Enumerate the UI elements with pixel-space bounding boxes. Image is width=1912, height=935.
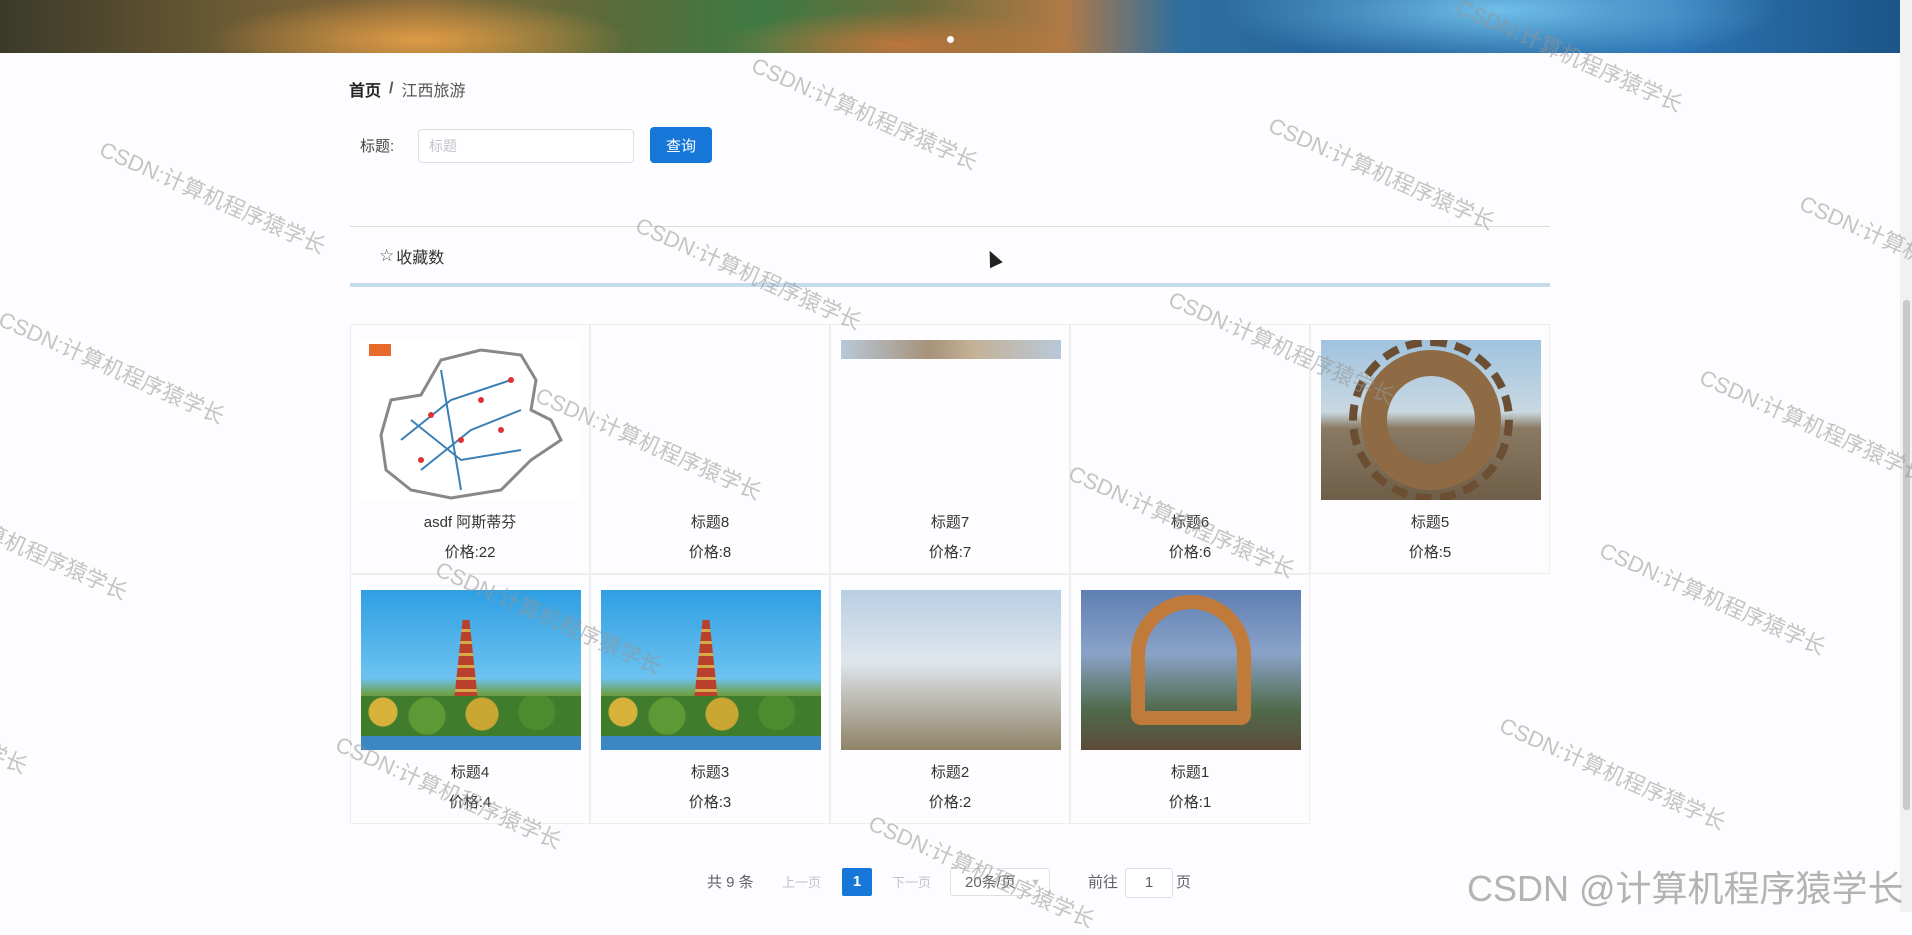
goto-page-input[interactable]: 1 — [1125, 868, 1173, 898]
product-card[interactable]: 标题5 价格:5 — [1310, 324, 1550, 574]
card-image — [1081, 590, 1301, 750]
sort-bar: ☆ 收藏数 — [350, 226, 1550, 287]
card-title: 标题3 — [690, 764, 730, 781]
card-title: 标题1 — [1170, 764, 1210, 781]
prev-page-button[interactable]: 上一页 — [782, 868, 821, 898]
watermark: CSDN:计算机程序猿学长 — [747, 52, 982, 175]
next-page-button[interactable]: 下一页 — [892, 868, 931, 898]
watermark: CSDN:计算机程序猿学长 — [0, 656, 32, 779]
product-card[interactable]: 标题2 价格:2 — [830, 574, 1070, 824]
search-label: 标题: — [360, 138, 395, 155]
carousel-indicator-dot[interactable] — [947, 36, 954, 43]
product-card[interactable]: 标题3 价格:3 — [590, 574, 830, 824]
hero-banner — [0, 0, 1900, 53]
sort-label: 收藏数 — [396, 250, 445, 267]
product-card[interactable]: 标题1 价格:1 — [1070, 574, 1310, 824]
watermark: CSDN:计算机程序猿学长 — [95, 136, 330, 259]
card-image — [841, 340, 1061, 359]
card-price: 价格:4 — [448, 794, 492, 811]
card-title: 标题5 — [1410, 514, 1450, 531]
card-price: 价格:2 — [928, 794, 972, 811]
card-title: asdf 阿斯蒂芬 — [423, 514, 517, 531]
card-title: 标题7 — [930, 514, 970, 531]
watermark: CSDN:计算机程序猿学长 — [1495, 712, 1730, 835]
page-number-current[interactable]: 1 — [842, 868, 872, 896]
card-title: 标题4 — [450, 764, 490, 781]
watermark: CSDN:计算机程序猿学长 — [1264, 112, 1499, 235]
watermark: CSDN:计算机程序猿学长 — [1795, 190, 1912, 313]
breadcrumb-separator: / — [389, 80, 394, 97]
card-image — [361, 590, 581, 750]
page-size-value: 20条/页 — [965, 874, 1016, 891]
breadcrumb-current: 江西旅游 — [401, 83, 466, 100]
card-price: 价格:3 — [688, 794, 732, 811]
watermark: CSDN:计算机程序猿学长 — [0, 306, 229, 429]
card-price: 价格:6 — [1168, 544, 1212, 561]
page-suffix-label: 页 — [1176, 874, 1192, 891]
card-price: 价格:22 — [444, 544, 496, 561]
star-outline-icon: ☆ — [379, 246, 395, 265]
product-card[interactable]: 标题7 价格:7 — [830, 324, 1070, 574]
product-card[interactable]: asdf 阿斯蒂芬 价格:22 — [350, 324, 590, 574]
breadcrumb: 首页 / 江西旅游 — [349, 77, 465, 101]
search-input[interactable] — [418, 129, 634, 163]
card-price: 价格:5 — [1408, 544, 1452, 561]
search-button[interactable]: 查询 — [650, 127, 712, 163]
card-image — [601, 590, 821, 750]
card-image — [841, 590, 1061, 750]
card-image — [361, 340, 581, 500]
card-price: 价格:1 — [1168, 794, 1212, 811]
chevron-down-icon: ▼ — [1030, 877, 1041, 889]
card-price: 价格:8 — [688, 544, 732, 561]
pagination-total: 共 9 条 — [707, 874, 754, 891]
goto-label: 前往 — [1088, 874, 1119, 891]
watermark: CSDN:计算机程序猿学长 — [1595, 537, 1830, 660]
product-card[interactable]: 标题8 价格:8 — [590, 324, 830, 574]
card-title: 标题6 — [1170, 514, 1210, 531]
product-card[interactable]: 标题6 价格:6 — [1070, 324, 1310, 574]
product-card[interactable]: 标题4 价格:4 — [350, 574, 590, 824]
watermark-corner: CSDN @计算机程序猿学长 — [1467, 868, 1904, 909]
card-price: 价格:7 — [928, 544, 972, 561]
card-title: 标题2 — [930, 764, 970, 781]
scrollbar-thumb[interactable] — [1903, 300, 1910, 810]
watermark: CSDN:计算机程序猿学长 — [0, 482, 132, 605]
page-size-select[interactable]: 20条/页 ▼ — [950, 868, 1050, 896]
watermark: CSDN:计算机程序猿学长 — [1695, 364, 1912, 487]
sort-by-favorites[interactable]: ☆ 收藏数 — [379, 244, 444, 268]
card-title: 标题8 — [690, 514, 730, 531]
card-image — [1321, 340, 1541, 500]
breadcrumb-home[interactable]: 首页 — [349, 77, 381, 101]
